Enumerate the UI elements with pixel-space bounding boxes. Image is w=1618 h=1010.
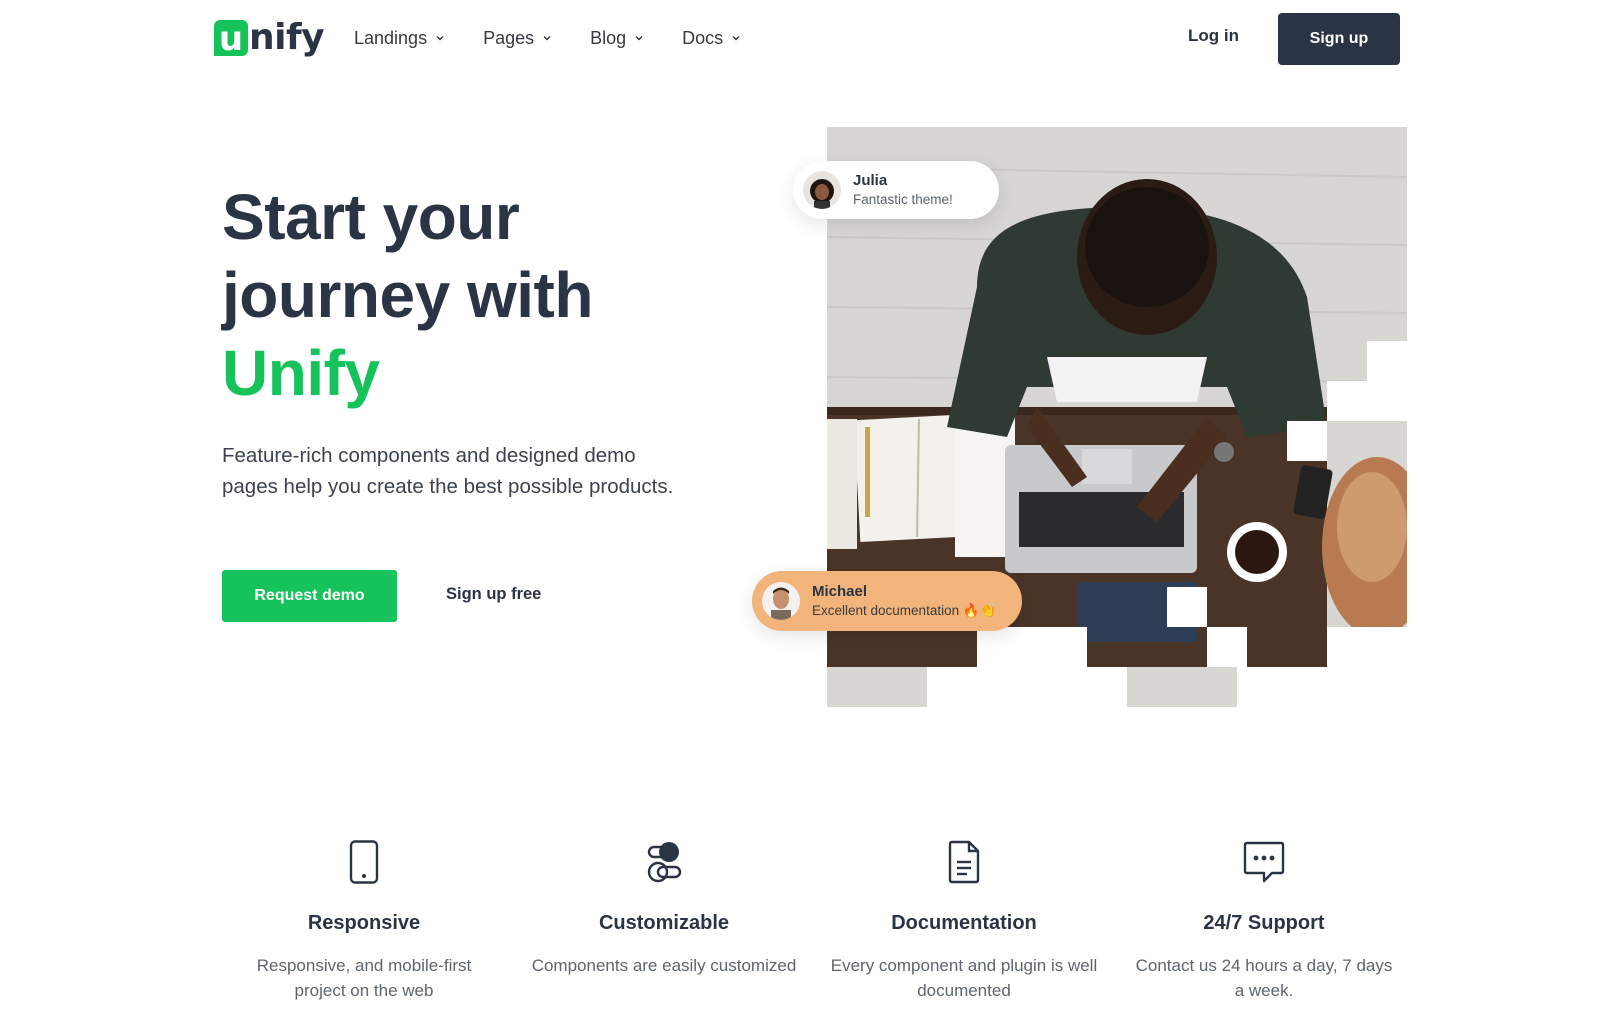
- feature-title: Customizable: [598, 912, 730, 934]
- feature-documentation: Documentation Every component and plugin…: [814, 838, 1114, 1010]
- nav-item-pages[interactable]: Pages: [483, 26, 552, 50]
- feature-title: Responsive: [307, 912, 421, 934]
- feature-description: Contact us 24 hours a day, 7 days a week…: [1135, 956, 1393, 1000]
- logo-wordmark: nify: [249, 17, 325, 58]
- site-header: u nify Landings Pages Blog Docs Log in S…: [0, 0, 1618, 76]
- feature-description: Every component and plugin is well docum…: [830, 956, 1098, 1000]
- feature-responsive: Responsive Responsive, and mobile-first …: [214, 838, 514, 1010]
- nav-item-landings[interactable]: Landings: [354, 26, 445, 50]
- feature-description: Responsive, and mobile-first project on …: [256, 956, 472, 1000]
- document-icon: [947, 838, 981, 886]
- chevron-down-icon: [435, 33, 445, 43]
- testimonial-name: Julia: [853, 171, 888, 189]
- testimonial-message: Fantastic theme!: [853, 191, 953, 207]
- signup-free-link[interactable]: Sign up free: [446, 585, 541, 604]
- nav-label: Docs: [682, 27, 724, 48]
- features-section: Responsive Responsive, and mobile-first …: [214, 838, 1414, 1010]
- feature-support: 24/7 Support Contact us 24 hours a day, …: [1114, 838, 1414, 1010]
- nav-label: Pages: [483, 27, 535, 48]
- hero-title-brand: Unify: [222, 334, 381, 412]
- hero-title-line1: Start your: [222, 181, 520, 253]
- testimonial-name: Michael: [812, 582, 868, 600]
- nav-item-docs[interactable]: Docs: [682, 26, 741, 50]
- feature-title: 24/7 Support: [1203, 912, 1325, 934]
- chevron-down-icon: [542, 33, 552, 43]
- toggle-icon: [645, 838, 683, 886]
- login-link[interactable]: Log in: [1188, 26, 1239, 46]
- nav-item-blog[interactable]: Blog: [590, 26, 644, 50]
- hero-description: Feature-rich components and designed dem…: [222, 444, 674, 498]
- main-nav: Landings Pages Blog Docs: [354, 26, 779, 50]
- smartphone-icon: [349, 838, 379, 886]
- avatar: [803, 171, 841, 209]
- feature-description: Components are easily customized: [531, 956, 797, 975]
- chevron-down-icon: [634, 33, 644, 43]
- signup-button[interactable]: Sign up: [1278, 13, 1400, 65]
- testimonial-message: Excellent documentation 🔥👏: [812, 602, 997, 618]
- request-demo-button[interactable]: Request demo: [222, 570, 397, 622]
- feature-customizable: Customizable Components are easily custo…: [514, 838, 814, 1010]
- testimonial-michael: Michael Excellent documentation 🔥👏: [752, 571, 1022, 631]
- chat-bubble-icon: [1242, 838, 1286, 886]
- testimonial-julia: Julia Fantastic theme!: [793, 161, 999, 219]
- logo-mark: u: [214, 20, 248, 58]
- nav-label: Landings: [354, 27, 428, 48]
- hero-title-line2: journey with: [222, 259, 593, 331]
- nav-label: Blog: [590, 27, 627, 48]
- unify-logo[interactable]: u nify: [214, 17, 325, 58]
- avatar: [762, 582, 800, 620]
- hero-title: Start your journey with Unify: [222, 178, 742, 412]
- chevron-down-icon: [731, 33, 741, 43]
- feature-title: Documentation: [891, 912, 1037, 934]
